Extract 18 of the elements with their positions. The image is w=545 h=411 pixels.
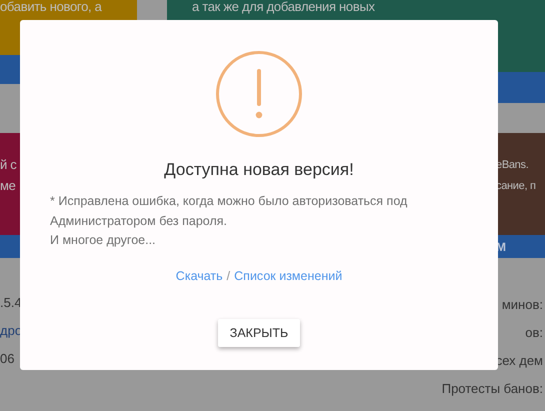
stat-label: Протесты банов: (442, 380, 543, 398)
card-text: обавить нового, а (0, 0, 103, 14)
dialog-title: Доступна новая версия! (164, 160, 354, 180)
stat-label: ов: (525, 324, 543, 342)
changelog-link[interactable]: Список изменений (234, 268, 342, 282)
card-text: й с (0, 158, 18, 172)
stat-label: минов: (502, 296, 543, 314)
separator-text: / (226, 268, 230, 282)
info-text: 06 (0, 350, 16, 368)
download-link[interactable]: Скачать (176, 268, 223, 282)
card-text: а так же для добавления новых (192, 0, 376, 14)
warning-icon (215, 50, 303, 138)
card-text: ме (0, 179, 17, 193)
info-text: .5.4 (0, 294, 22, 312)
changelog-text: * Исправлена ошибка, когда можно было авторизоваться под Администратором без пароля. (50, 193, 408, 230)
close-button[interactable]: ЗАКРЫТЬ (218, 318, 300, 346)
card-footer (0, 235, 20, 258)
changelog-text: И многое другое... (50, 232, 157, 249)
